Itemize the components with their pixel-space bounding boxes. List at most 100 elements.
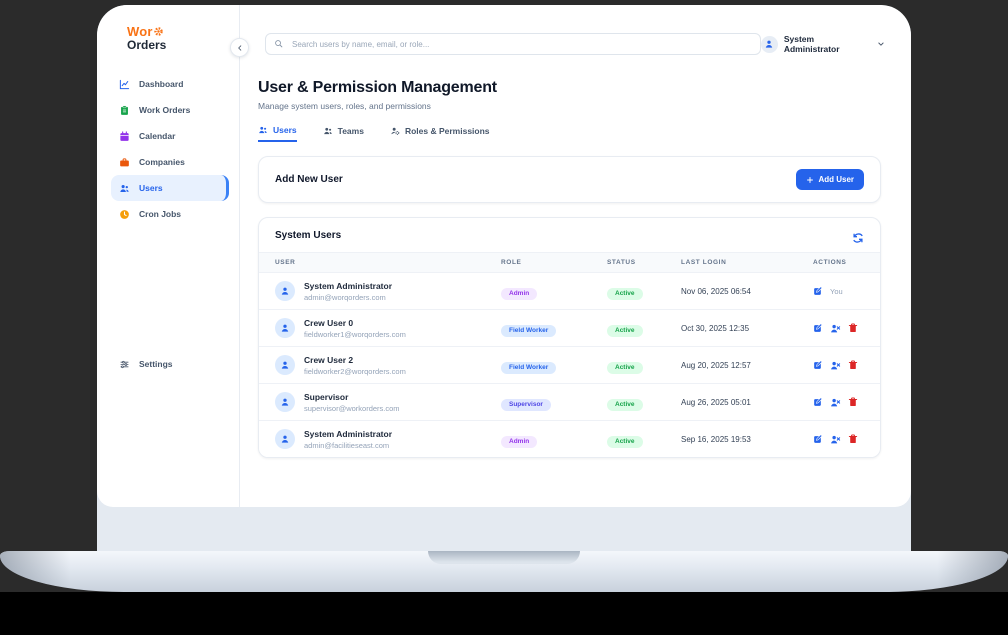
delete-user-button[interactable]	[848, 323, 858, 333]
person-icon	[764, 39, 774, 49]
add-user-button[interactable]: Add User	[796, 169, 864, 190]
avatar	[275, 355, 295, 375]
sidebar-item-work-orders[interactable]: Work Orders	[111, 97, 229, 123]
last-login: Oct 30, 2025 12:35	[681, 323, 750, 333]
deactivate-user-button[interactable]	[830, 397, 841, 408]
user-x-icon	[830, 397, 841, 408]
last-login: Sep 16, 2025 19:53	[681, 434, 751, 444]
add-user-card: Add New User Add User	[258, 156, 881, 203]
edit-user-button[interactable]	[813, 323, 823, 333]
chevron-down-icon	[877, 40, 885, 48]
delete-user-button[interactable]	[848, 397, 858, 407]
row-actions: You	[813, 286, 864, 296]
chart-icon	[119, 79, 130, 90]
user-name: System Administrator	[304, 280, 393, 291]
role-badge: Field Worker	[501, 324, 557, 337]
app-window: Wor Orders Dashboard Work Orders Calenda…	[97, 5, 911, 507]
search-input[interactable]	[265, 33, 761, 55]
edit-icon	[813, 397, 823, 407]
avatar	[275, 429, 295, 449]
search-box	[265, 33, 761, 55]
table-row: Supervisor supervisor@workorders.com Sup…	[259, 383, 880, 420]
chevron-left-icon	[236, 44, 244, 52]
user-cell: System Administrator admin@facilitieseas…	[275, 429, 501, 450]
user-email: fieldworker2@worqorders.com	[304, 366, 406, 376]
sidebar: Wor Orders Dashboard Work Orders Calenda…	[97, 5, 240, 507]
search-icon	[274, 39, 283, 48]
users-icon	[323, 126, 333, 136]
sidebar-item-companies[interactable]: Companies	[111, 149, 229, 175]
tab-label: Teams	[337, 126, 364, 136]
sidebar-nav: Dashboard Work Orders Calendar Companies…	[97, 65, 239, 377]
sidebar-item-cron-jobs[interactable]: Cron Jobs	[111, 201, 229, 227]
user-email: admin@worqorders.com	[304, 292, 386, 302]
laptop-screen: Wor Orders Dashboard Work Orders Calenda…	[97, 5, 911, 551]
status-badge: Active	[607, 287, 643, 300]
table-row: System Administrator admin@worqorders.co…	[259, 272, 880, 309]
you-label: You	[830, 286, 843, 296]
sidebar-item-label: Users	[139, 183, 163, 194]
person-icon	[280, 323, 290, 333]
edit-user-button[interactable]	[813, 286, 823, 296]
system-users-title: System Users	[275, 229, 342, 241]
brand-name-top: Wor	[127, 25, 239, 39]
user-email: admin@facilitieseast.com	[304, 440, 390, 450]
column-header-role: ROLE	[501, 259, 522, 266]
edit-icon	[813, 286, 823, 296]
deactivate-user-button[interactable]	[830, 434, 841, 445]
user-gear-icon	[390, 126, 400, 136]
sliders-icon	[119, 359, 130, 370]
user-cell: System Administrator admin@worqorders.co…	[275, 281, 501, 302]
page-title: User & Permission Management	[258, 79, 497, 96]
sidebar-item-settings[interactable]: Settings	[111, 351, 229, 377]
edit-user-button[interactable]	[813, 360, 823, 370]
edit-icon	[813, 323, 823, 333]
user-email: fieldworker1@worqorders.com	[304, 329, 406, 339]
users-table-body: System Administrator admin@worqorders.co…	[259, 272, 880, 457]
row-actions	[813, 323, 864, 334]
sidebar-item-label: Calendar	[139, 131, 176, 142]
deactivate-user-button[interactable]	[830, 360, 841, 371]
sidebar-item-users[interactable]: Users	[111, 175, 229, 202]
last-login: Nov 06, 2025 06:54	[681, 286, 751, 296]
sidebar-item-dashboard[interactable]: Dashboard	[111, 71, 229, 97]
row-actions	[813, 397, 864, 408]
trash-icon	[848, 434, 858, 444]
person-icon	[280, 397, 290, 407]
tab-users[interactable]: Users	[258, 125, 297, 142]
system-users-card: System Users USER ROLE STATUS LAST LOGIN…	[258, 217, 881, 458]
tab-teams[interactable]: Teams	[323, 125, 364, 142]
clock-icon	[119, 209, 130, 220]
avatar	[275, 318, 295, 338]
trash-icon	[848, 323, 858, 333]
system-users-header: System Users	[259, 218, 880, 252]
role-badge: Supervisor	[501, 398, 551, 411]
delete-user-button[interactable]	[848, 434, 858, 444]
brand-name-bottom: Orders	[127, 37, 167, 52]
last-login: Aug 20, 2025 12:57	[681, 360, 751, 370]
edit-user-button[interactable]	[813, 397, 823, 407]
trash-icon	[848, 397, 858, 407]
user-name: Supervisor	[304, 391, 349, 402]
person-icon	[280, 360, 290, 370]
delete-user-button[interactable]	[848, 360, 858, 370]
trash-icon	[848, 360, 858, 370]
user-name: Crew User 0	[304, 317, 354, 328]
user-menu[interactable]: System Administrator	[760, 34, 885, 54]
user-x-icon	[830, 360, 841, 371]
sidebar-item-label: Companies	[139, 157, 185, 168]
brand-text-wor: Wor	[127, 24, 153, 39]
edit-icon	[813, 434, 823, 444]
status-badge: Active	[607, 361, 643, 374]
edit-user-button[interactable]	[813, 434, 823, 444]
sidebar-collapse-button[interactable]	[230, 38, 249, 57]
refresh-button[interactable]	[852, 229, 864, 241]
last-login: Aug 26, 2025 05:01	[681, 397, 751, 407]
add-user-card-title: Add New User	[275, 174, 343, 185]
main-area: System Administrator User & Permission M…	[230, 5, 911, 507]
sidebar-item-label: Work Orders	[139, 105, 191, 116]
tab-roles-permissions[interactable]: Roles & Permissions	[390, 125, 490, 142]
sidebar-item-calendar[interactable]: Calendar	[111, 123, 229, 149]
deactivate-user-button[interactable]	[830, 323, 841, 334]
tab-bar: Users Teams Roles & Permissions	[258, 125, 881, 142]
